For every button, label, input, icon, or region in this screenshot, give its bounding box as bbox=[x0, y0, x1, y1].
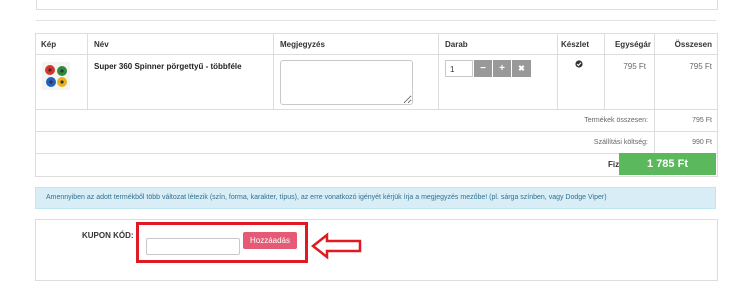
header-note: Megjegyzés bbox=[280, 40, 325, 49]
unit-price: 795 Ft bbox=[623, 62, 646, 71]
arrow-left-icon bbox=[311, 232, 362, 260]
plus-icon: + bbox=[499, 63, 505, 74]
highlight-box bbox=[136, 222, 308, 263]
grid-line bbox=[36, 109, 717, 110]
coupon-label: KUPON KÓD: bbox=[82, 231, 134, 240]
grid-line bbox=[438, 34, 439, 109]
product-name[interactable]: Super 360 Spinner pörgettyű - többféle bbox=[94, 62, 242, 71]
shipping-label: Szállítási költség: bbox=[593, 139, 648, 146]
header-total: Összesen bbox=[674, 40, 712, 49]
shipping-value: 990 Ft bbox=[692, 139, 712, 146]
line-total: 795 Ft bbox=[689, 62, 712, 71]
products-total-label: Termékek összesen: bbox=[584, 117, 648, 124]
header-stock: Készlet bbox=[561, 40, 590, 49]
header-unit-price: Egységár bbox=[614, 40, 651, 49]
grid-line bbox=[273, 34, 274, 109]
grid-line bbox=[36, 153, 717, 154]
grid-line bbox=[604, 34, 605, 109]
grid-line bbox=[36, 131, 717, 132]
grid-line bbox=[87, 34, 88, 109]
grid-line bbox=[36, 54, 717, 55]
note-textarea[interactable] bbox=[280, 60, 413, 105]
header-name: Név bbox=[94, 40, 109, 49]
minus-icon: − bbox=[480, 63, 486, 74]
header-image: Kép bbox=[41, 40, 57, 49]
quantity-input[interactable]: 1 bbox=[445, 60, 473, 77]
payable-total: 1 785 Ft bbox=[619, 153, 716, 175]
info-alert: Amennyiben az adott termékből több válto… bbox=[35, 187, 716, 209]
grid-line bbox=[557, 34, 558, 109]
close-icon: ✖ bbox=[518, 64, 525, 73]
check-circle-icon bbox=[575, 60, 583, 68]
increase-button[interactable]: + bbox=[493, 60, 511, 77]
header-quantity: Darab bbox=[445, 40, 468, 49]
cart-table: Kép Név Megjegyzés Darab Készlet Egységá… bbox=[35, 33, 718, 177]
previous-panel bbox=[36, 0, 718, 10]
products-total-value: 795 Ft bbox=[692, 117, 712, 124]
remove-button[interactable]: ✖ bbox=[512, 60, 531, 77]
decrease-button[interactable]: − bbox=[474, 60, 492, 77]
product-thumbnail[interactable] bbox=[42, 62, 70, 90]
divider bbox=[36, 20, 716, 21]
